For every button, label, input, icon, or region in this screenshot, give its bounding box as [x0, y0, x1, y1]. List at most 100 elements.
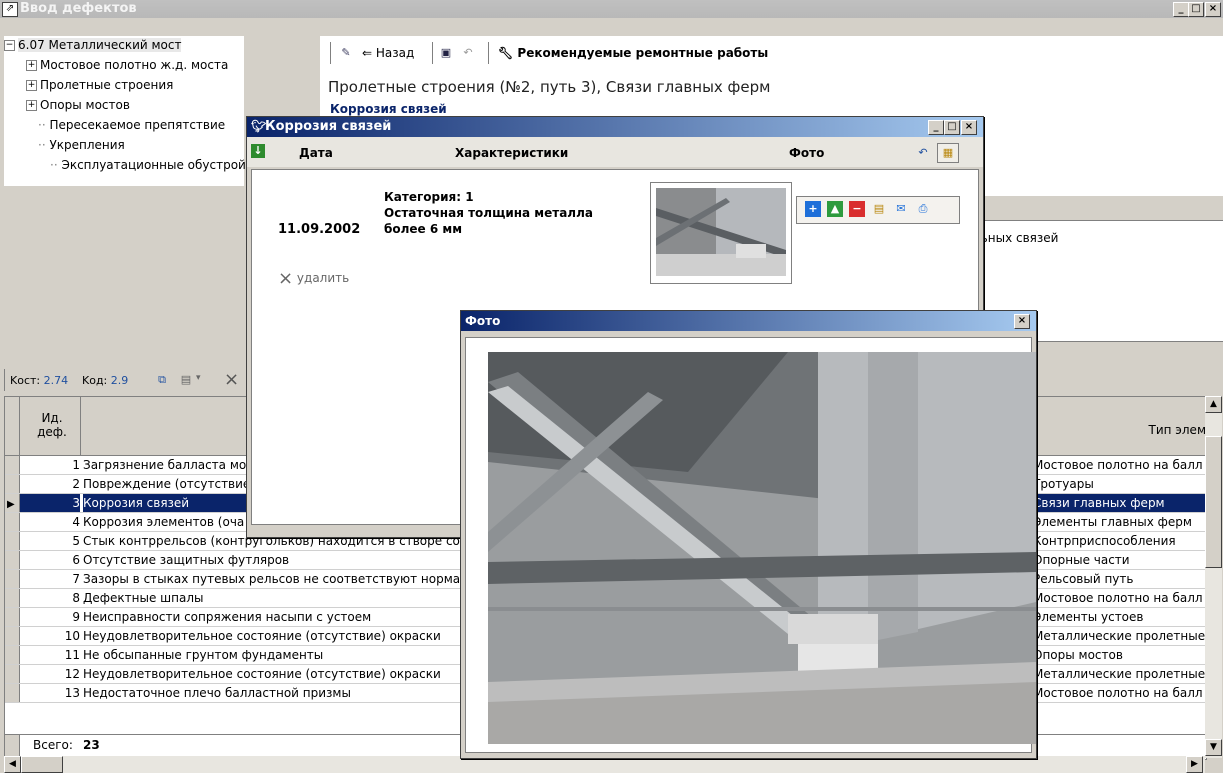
note-icon[interactable]: ▤ [871, 201, 887, 217]
row-indicator[interactable] [5, 551, 20, 569]
col-characteristics: Характеристики [455, 146, 569, 160]
dialog-close-button[interactable]: × [961, 120, 977, 135]
scroll-thumb[interactable] [1205, 436, 1222, 568]
cell-id: 10 [64, 629, 80, 643]
paste-icon[interactable]: ▤ [178, 372, 194, 388]
total-label: Всего: [33, 738, 73, 752]
record-date: 11.09.2002 [278, 222, 361, 237]
cell-type: Контрприспособления [1033, 534, 1176, 548]
cell-id: 2 [72, 477, 80, 491]
cell-id: 13 [64, 686, 80, 700]
photo-thumbnail[interactable] [650, 182, 792, 284]
dialog-maximize-button[interactable]: □ [944, 120, 960, 135]
dialog-icon: 🐦︎ [251, 119, 267, 133]
tree-root[interactable]: −6.07 Металлический мост [4, 38, 182, 52]
corrosion-dialog-titlebar[interactable]: 🐦︎ Коррозия связей _ □ × [247, 117, 983, 137]
save-icon[interactable]: ▣ [438, 45, 454, 61]
vertical-scrollbar[interactable]: ▲ ▼ [1205, 396, 1222, 758]
cell-type: Опоры мостов [1033, 648, 1123, 662]
maximize-button[interactable]: □ [1188, 2, 1204, 17]
comment-icon[interactable]: ✉ [893, 201, 909, 217]
back-button[interactable]: ⇐ Назад [362, 46, 414, 60]
row-indicator[interactable] [5, 475, 20, 493]
col-header-type[interactable]: Тип элем [1032, 397, 1206, 456]
cell-id: 3 [20, 494, 80, 512]
delete-record-button[interactable]: × удалить [278, 268, 349, 289]
tree-item-obstacle[interactable]: ·· Пересекаемое препятствие [38, 118, 225, 132]
cell-type: Мостовое полотно на балл [1033, 591, 1203, 605]
move-up-icon[interactable]: ▲ [827, 201, 843, 217]
element-title: Пролетные строения (№2, путь 3), Связи г… [328, 78, 771, 96]
app-icon: ⇗ [2, 2, 18, 17]
cell-type: Мостовое полотно на балл [1033, 686, 1203, 700]
add-down-icon[interactable]: ↓ [251, 144, 265, 158]
row-indicator[interactable] [5, 627, 20, 645]
main-window-titlebar[interactable]: ⇗ Ввод дефектов _ □ × [0, 0, 1223, 18]
cell-id: 5 [72, 534, 80, 548]
report-icon[interactable]: ▦ [937, 143, 959, 163]
row-indicator[interactable] [5, 513, 20, 531]
tree-item-deck[interactable]: + Мостовое полотно ж.д. моста [26, 58, 228, 72]
cell-type: Тротуары [1033, 477, 1094, 491]
corrosion-dialog-header: ↓ Дата Характеристики Фото ↶ ▦ [247, 137, 983, 167]
row-indicator[interactable] [5, 456, 20, 474]
photo-close-button[interactable]: × [1014, 314, 1030, 329]
photo-frame [465, 337, 1036, 753]
tree-item-spans[interactable]: + Пролетные строения [26, 78, 173, 92]
col-photo: Фото [789, 146, 825, 160]
close-button[interactable]: × [1205, 2, 1221, 17]
scan-icon[interactable]: ⎙ [915, 201, 931, 217]
photo-dialog-titlebar[interactable]: Фото × [461, 311, 1036, 331]
row-indicator[interactable]: ▶ [5, 494, 20, 512]
cell-id: 4 [72, 515, 80, 529]
record-char-2: Остаточная толщина металла [384, 206, 593, 220]
scroll-down-icon[interactable]: ▼ [1205, 739, 1222, 756]
row-indicator[interactable] [5, 608, 20, 626]
cell-id: 7 [72, 572, 80, 586]
wrench-icon: 🔧︎ [498, 46, 518, 60]
delete-icon[interactable]: × [224, 369, 239, 390]
collapse-icon[interactable]: − [4, 40, 15, 51]
bridge-photo [488, 352, 1036, 744]
hscroll-thumb[interactable] [21, 756, 63, 773]
main-window-title: Ввод дефектов [20, 1, 137, 16]
row-indicator[interactable] [5, 665, 20, 683]
scroll-right-icon[interactable]: ▶ [1186, 756, 1203, 773]
row-indicator[interactable] [5, 646, 20, 664]
scroll-up-icon[interactable]: ▲ [1205, 396, 1222, 413]
tree-item-piers[interactable]: + Опоры мостов [26, 98, 130, 112]
cell-id: 9 [72, 610, 80, 624]
delete-icon: × [278, 268, 294, 289]
tree-item-facilities[interactable]: ·· Эксплуатационные обустрой [50, 158, 246, 172]
col-header-id[interactable]: Ид. деф. [20, 397, 81, 456]
photo-dialog[interactable]: Фото × [460, 310, 1037, 759]
scroll-left-icon[interactable]: ◀ [4, 756, 21, 773]
row-indicator[interactable] [5, 684, 20, 702]
cell-type: Элементы устоев [1033, 610, 1144, 624]
row-indicator[interactable] [5, 570, 20, 588]
expand-icon[interactable]: + [26, 80, 37, 91]
photo-actions-toolbar: + ▲ − ▤ ✉ ⎙ [796, 196, 960, 224]
add-photo-icon[interactable]: + [805, 201, 821, 217]
cell-id: 12 [64, 667, 80, 681]
dropdown-icon[interactable]: ▾ [196, 373, 201, 383]
minimize-button[interactable]: _ [1173, 2, 1189, 17]
undo-icon[interactable]: ↶ [915, 145, 931, 161]
row-indicator[interactable] [5, 589, 20, 607]
dialog-minimize-button[interactable]: _ [928, 120, 944, 135]
cell-id: 11 [64, 648, 80, 662]
row-indicator[interactable] [5, 532, 20, 550]
remove-photo-icon[interactable]: − [849, 201, 865, 217]
expand-icon[interactable]: + [26, 60, 37, 71]
cell-type: Металлические пролетные [1033, 629, 1206, 643]
expand-icon[interactable]: + [26, 100, 37, 111]
undo-icon[interactable]: ↶ [460, 45, 476, 61]
copy-icon[interactable]: ⧉ [154, 372, 170, 388]
tree-item-reinforcements[interactable]: ·· Укрепления [38, 138, 125, 152]
edit-icon[interactable]: ✎ [338, 45, 354, 61]
back-arrow-icon: ⇐ [362, 46, 376, 60]
kost-value: 2.74 [43, 374, 69, 387]
structure-tree[interactable]: −6.07 Металлический мост + Мостовое полот… [4, 36, 246, 186]
cell-id: 1 [72, 458, 80, 472]
recommended-repairs-button[interactable]: 🔧︎ Рекомендуемые ремонтные работы [498, 46, 768, 60]
